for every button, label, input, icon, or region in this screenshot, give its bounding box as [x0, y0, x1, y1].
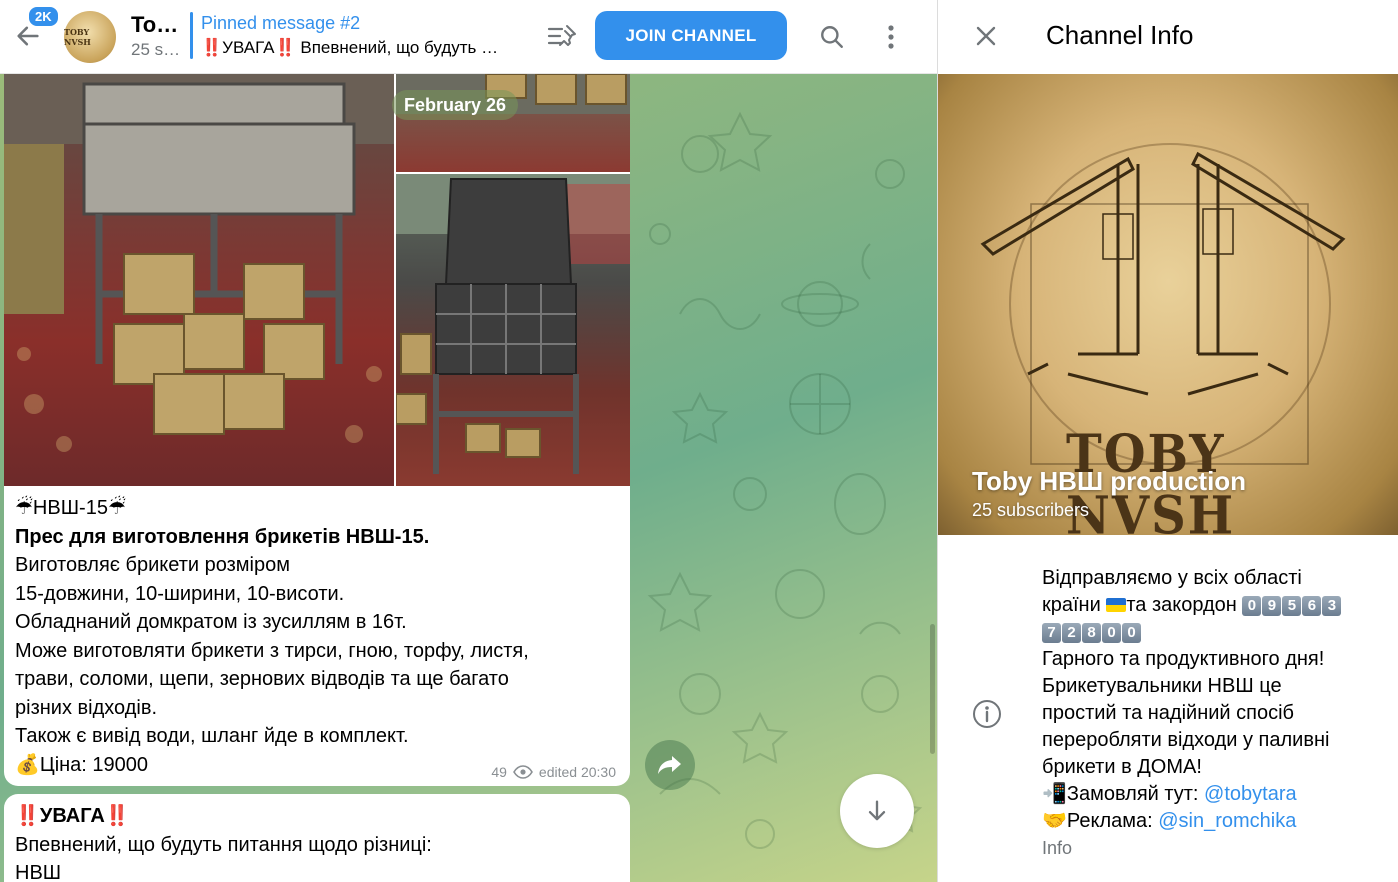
message-text-2: ‼️УВАГА‼️ Впевнений, що будуть питання щ… [15, 802, 432, 882]
edited-time: edited 20:30 [538, 764, 616, 780]
digit-key: 7 [1042, 623, 1061, 643]
chat-background: February 26 ☔НВШ-15☔ Прес для виготовлен… [0, 74, 937, 882]
scroll-down-button[interactable] [840, 774, 914, 848]
message-bubble-2[interactable]: ‼️УВАГА‼️ Впевнений, що будуть питання щ… [4, 794, 630, 882]
pinned-list-button[interactable] [545, 20, 579, 54]
search-icon [821, 26, 843, 48]
close-button[interactable] [966, 16, 1006, 56]
channel-info-panel: Channel Info TOBY NVSH Toby НВШ producti… [937, 0, 1398, 882]
digit-key: 9 [1262, 596, 1282, 616]
channel-description: Відправляємо у всіх області країни та за… [1042, 565, 1387, 835]
unread-badge: 2K [27, 5, 60, 28]
date-badge: February 26 [392, 90, 519, 120]
join-channel-button[interactable]: JOIN CHANNEL [595, 11, 787, 60]
more-options-button[interactable] [872, 18, 910, 56]
about-text: та закордон [1126, 594, 1243, 616]
pin-list-icon [547, 25, 576, 46]
pinned-indicator [190, 12, 193, 59]
forward-button[interactable] [645, 740, 695, 790]
msg-line: Виготовляє брикети розміром [15, 554, 290, 576]
pinned-text[interactable]: ‼️УВАГА‼️ Впевнений, що будуть … [201, 38, 498, 58]
about-line: простий та надійний спосіб [1042, 702, 1295, 724]
about-line-phone: 72800 [1042, 619, 1387, 646]
info-label: Info [1042, 838, 1073, 858]
about-line-order: 📲Замовляй тут: @tobytara [1042, 781, 1387, 808]
msg-line: Обладнаний домкратом із зусиллям в 16т. [15, 611, 407, 633]
message-meta: 49 edited 20:30 [491, 764, 616, 780]
digit-key: 5 [1282, 596, 1302, 616]
photo-briquettes[interactable] [396, 74, 630, 172]
chat-scrollbar[interactable] [930, 624, 935, 754]
ad-link[interactable]: @sin_romchika [1158, 810, 1296, 832]
press-machine-graphic [4, 74, 394, 452]
message-bubble[interactable]: February 26 ☔НВШ-15☔ Прес для виготовлен… [4, 74, 630, 786]
channel-cover-photo[interactable]: TOBY NVSH Toby НВШ production 25 subscri… [938, 74, 1398, 535]
msg-line: ☔НВШ-15☔ [15, 497, 126, 519]
about-text: 🤝Реклама: [1042, 810, 1159, 832]
msg-line-bold: ‼️УВАГА‼️ [15, 805, 130, 827]
msg-line-bold: Прес для виготовлення брикетів НВШ-15. [15, 525, 430, 548]
close-icon [976, 26, 996, 46]
about-text: країни [1042, 594, 1107, 616]
briquettes-graphic [396, 74, 630, 114]
subscriber-count: 25 subscribers [972, 500, 1090, 520]
about-line-shipping: країни та закордон 09563 [1042, 592, 1387, 619]
msg-line: Може виготовляти брикети з тирси, гною, … [15, 639, 529, 662]
digit-key: 0 [1102, 623, 1121, 643]
about-line: переробляти відходи у паливні [1042, 729, 1330, 751]
digit-key: 2 [1062, 623, 1081, 643]
about-line-ad: 🤝Реклама: @sin_romchika [1042, 808, 1387, 835]
photo-press-mold[interactable] [396, 174, 630, 486]
order-link[interactable]: @tobytara [1204, 783, 1297, 805]
view-count: 49 [491, 764, 507, 780]
panel-title: Channel Info [1046, 20, 1194, 50]
channel-avatar[interactable]: TOBY NVSH [64, 11, 116, 63]
pinned-title[interactable]: Pinned message #2 [201, 13, 360, 34]
channel-name: Toby НВШ production [972, 466, 1247, 496]
digit-key: 8 [1082, 623, 1101, 643]
msg-line: НВШ [15, 862, 62, 882]
chat-panel: 2K TOBY NVSH To… 25 s… Pinned message #2… [0, 0, 937, 882]
msg-line: Впевнений, що будуть питання щодо різниц… [15, 833, 432, 856]
avatar-logo-text: TOBY NVSH [64, 27, 91, 47]
message-text: ☔НВШ-15☔ Прес для виготовлення брикетів … [15, 494, 615, 779]
share-arrow-icon [658, 756, 681, 774]
search-button[interactable] [813, 18, 851, 56]
msg-line: різних відходів. [15, 696, 158, 719]
channel-title[interactable]: To… [131, 12, 178, 38]
digit-key: 6 [1302, 596, 1322, 616]
digit-key: 3 [1322, 596, 1342, 616]
about-line: Відправляємо у всіх області [1042, 567, 1302, 589]
digit-key: 0 [1122, 623, 1141, 643]
msg-line: трави, соломи, щепи, зернових відводів т… [15, 668, 509, 690]
about-line: брикети в ДОМА! [1042, 756, 1202, 778]
about-text: 📲Замовляй тут: [1042, 783, 1205, 805]
chat-header: 2K TOBY NVSH To… 25 s… Pinned message #2… [0, 0, 937, 74]
about-line: Брикетувальники НВШ це [1042, 675, 1282, 697]
more-vertical-icon [888, 25, 894, 49]
ukraine-flag-icon [1106, 598, 1127, 612]
msg-line: 15-довжини, 10-ширини, 10-висоти. [15, 582, 345, 605]
press-mold-graphic [396, 174, 630, 474]
channel-subtitle: 25 s… [131, 40, 181, 59]
arrow-down-icon [868, 800, 886, 821]
info-icon [970, 697, 1004, 731]
digit-key: 0 [1242, 596, 1262, 616]
msg-line: Також є вивід води, шланг йде в комплект… [15, 725, 409, 747]
about-line: Гарного та продуктивного дня! [1042, 648, 1325, 670]
photo-briquette-press[interactable] [4, 74, 394, 486]
eye-icon [512, 765, 533, 779]
